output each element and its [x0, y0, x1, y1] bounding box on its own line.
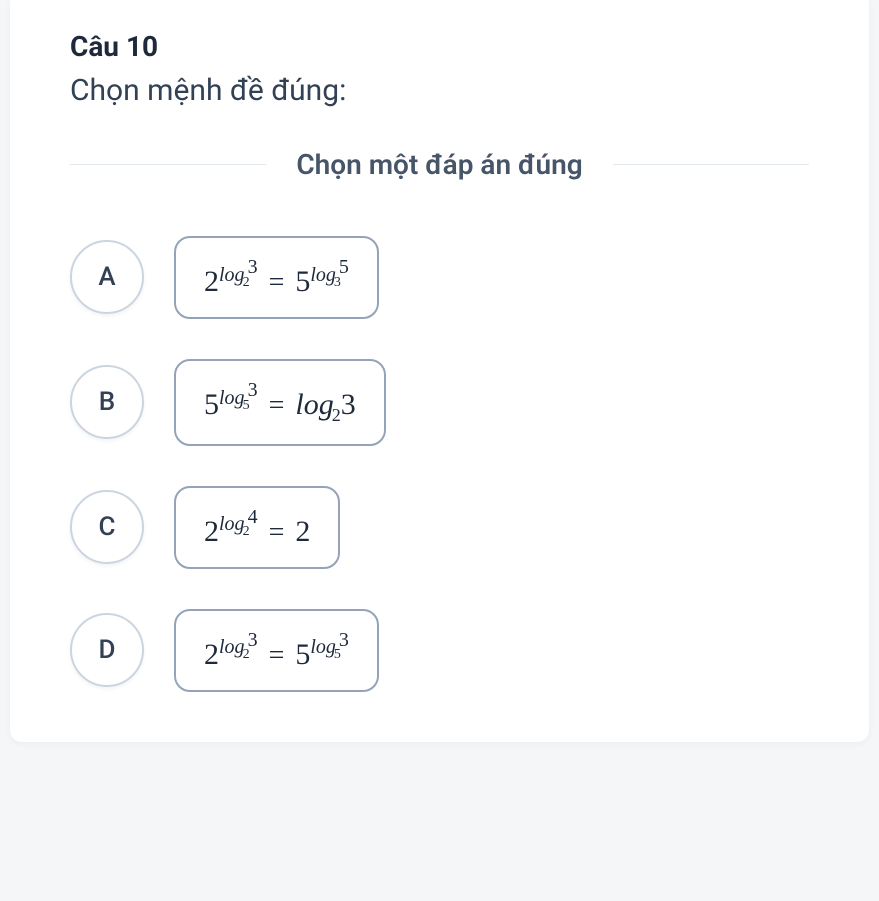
- formula-a: 2log23 = 5log35: [204, 256, 349, 299]
- option-letter-d[interactable]: D: [70, 613, 144, 687]
- option-row-d: D 2log23 = 5log53: [70, 609, 809, 692]
- option-letter-b[interactable]: B: [70, 365, 144, 439]
- formula-b: 5log53 = log23: [204, 379, 356, 426]
- divider-line-left: [70, 164, 266, 165]
- option-row-c: C 2log24 = 2: [70, 486, 809, 569]
- formula-c: 2log24 = 2: [204, 506, 310, 549]
- option-letter-c[interactable]: C: [70, 490, 144, 564]
- option-letter-a[interactable]: A: [70, 240, 144, 314]
- option-row-b: B 5log53 = log23: [70, 359, 809, 446]
- option-content-a[interactable]: 2log23 = 5log35: [174, 236, 379, 319]
- option-content-c[interactable]: 2log24 = 2: [174, 486, 340, 569]
- instruction-divider: Chọn một đáp án đúng: [70, 148, 809, 181]
- question-number: Câu 10: [70, 30, 809, 63]
- option-content-d[interactable]: 2log23 = 5log53: [174, 609, 379, 692]
- options-list: A 2log23 = 5log35 B 5log53 = log23 C 2lo…: [70, 236, 809, 692]
- divider-line-right: [613, 164, 809, 165]
- option-row-a: A 2log23 = 5log35: [70, 236, 809, 319]
- formula-d: 2log23 = 5log53: [204, 629, 349, 672]
- option-content-b[interactable]: 5log53 = log23: [174, 359, 386, 446]
- question-prompt: Chọn mệnh đề đúng:: [70, 73, 809, 108]
- instruction-text: Chọn một đáp án đúng: [266, 148, 612, 181]
- question-card: Câu 10 Chọn mệnh đề đúng: Chọn một đáp á…: [10, 0, 869, 742]
